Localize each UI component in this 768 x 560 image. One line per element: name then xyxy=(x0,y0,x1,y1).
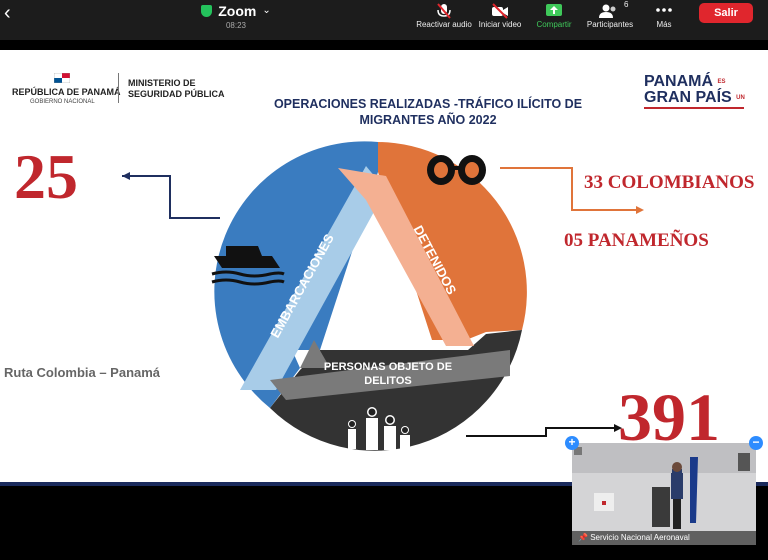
panama-flag-icon xyxy=(54,73,70,83)
slide-title: OPERACIONES REALIZADAS -TRÁFICO ILÍCITO … xyxy=(230,96,626,128)
meeting-title-button[interactable]: Zoom ⌄ xyxy=(196,2,276,20)
participants-button[interactable]: 6 Participantes xyxy=(580,0,640,29)
brand-line2: GRAN PAÍS xyxy=(644,89,732,106)
unmute-audio-label: Reactivar audio xyxy=(416,20,472,29)
label-personas-line1: PERSONAS OBJETO DE xyxy=(324,361,452,373)
country-name: REPÚBLICA DE PANAMÁ xyxy=(12,87,121,97)
chevron-down-icon: ⌄ xyxy=(262,5,271,17)
leave-button[interactable]: Salir xyxy=(699,3,753,23)
detained-colombians: 33 COLOMBIANOS xyxy=(584,172,755,193)
participant-video-tile[interactable]: 📌 Servicio Nacional Aeronaval xyxy=(572,443,756,545)
participants-count: 6 xyxy=(624,0,629,9)
muted-mic-icon xyxy=(437,3,451,19)
route-label: Ruta Colombia – Panamá xyxy=(4,365,161,380)
arrow-head-colombianos xyxy=(636,206,644,214)
start-video-button[interactable]: Iniciar video xyxy=(470,2,530,29)
meeting-timer: 08:23 xyxy=(225,21,247,30)
participant-name-label: 📌 Servicio Nacional Aeronaval xyxy=(572,531,756,545)
brand-small2: UN xyxy=(736,95,745,101)
participants-icon xyxy=(599,4,616,18)
meeting-toolbar: ‹ Zoom ⌄ 08:23 Reactivar audio Iniciar vi… xyxy=(0,0,768,40)
detained-panamanians: 05 PANAMEÑOS xyxy=(564,230,709,251)
boats-count: 25 xyxy=(14,141,78,212)
arrow-to-391 xyxy=(466,427,618,437)
share-screen-button[interactable]: Compartir xyxy=(524,2,584,29)
share-screen-icon xyxy=(546,4,562,16)
arrow-to-25 xyxy=(122,175,220,219)
brand-small1: ES xyxy=(717,79,726,85)
share-screen-label: Compartir xyxy=(536,20,572,29)
zoom-in-icon[interactable]: + xyxy=(565,436,579,450)
video-off-icon xyxy=(492,3,508,19)
logo-divider xyxy=(118,73,119,103)
ministry-line1: MINISTERIO DE xyxy=(128,78,196,88)
participant-name: Servicio Nacional Aeronaval xyxy=(590,533,690,542)
start-video-label: Iniciar video xyxy=(478,20,522,29)
participants-label: Participantes xyxy=(586,20,634,29)
government-label: GOBIERNO NACIONAL xyxy=(30,99,95,105)
pin-icon: 📌 xyxy=(578,533,588,542)
video-feed xyxy=(572,443,756,545)
unmute-audio-button[interactable]: Reactivar audio xyxy=(413,2,475,29)
brand-underline xyxy=(644,107,744,109)
minimize-icon[interactable]: − xyxy=(749,436,763,450)
ministry-name: MINISTERIO DE SEGURIDAD PÚBLICA xyxy=(128,78,225,100)
shield-check-icon xyxy=(201,4,213,17)
panama-brand-logo: PANAMÁ ES GRAN PAÍS UN xyxy=(644,74,748,109)
back-chevron-icon[interactable]: ‹ xyxy=(4,2,11,25)
more-button[interactable]: Más xyxy=(634,2,694,29)
more-label: Más xyxy=(656,20,672,29)
slide-title-line2: MIGRANTES AÑO 2022 xyxy=(359,113,497,127)
more-dots-icon xyxy=(656,8,672,12)
slide-title-line1: OPERACIONES REALIZADAS -TRÁFICO ILÍCITO … xyxy=(273,97,583,111)
app-title: Zoom xyxy=(218,2,257,19)
ministry-line2: SEGURIDAD PÚBLICA xyxy=(128,89,225,99)
brand-line1: PANAMÁ xyxy=(644,73,714,90)
label-personas-line2: DELITOS xyxy=(364,375,411,387)
arrow-head-25 xyxy=(122,172,130,180)
shared-slide: EMBARCACIONES DETENIDOS PERSONAS OBJETO … xyxy=(0,50,768,482)
